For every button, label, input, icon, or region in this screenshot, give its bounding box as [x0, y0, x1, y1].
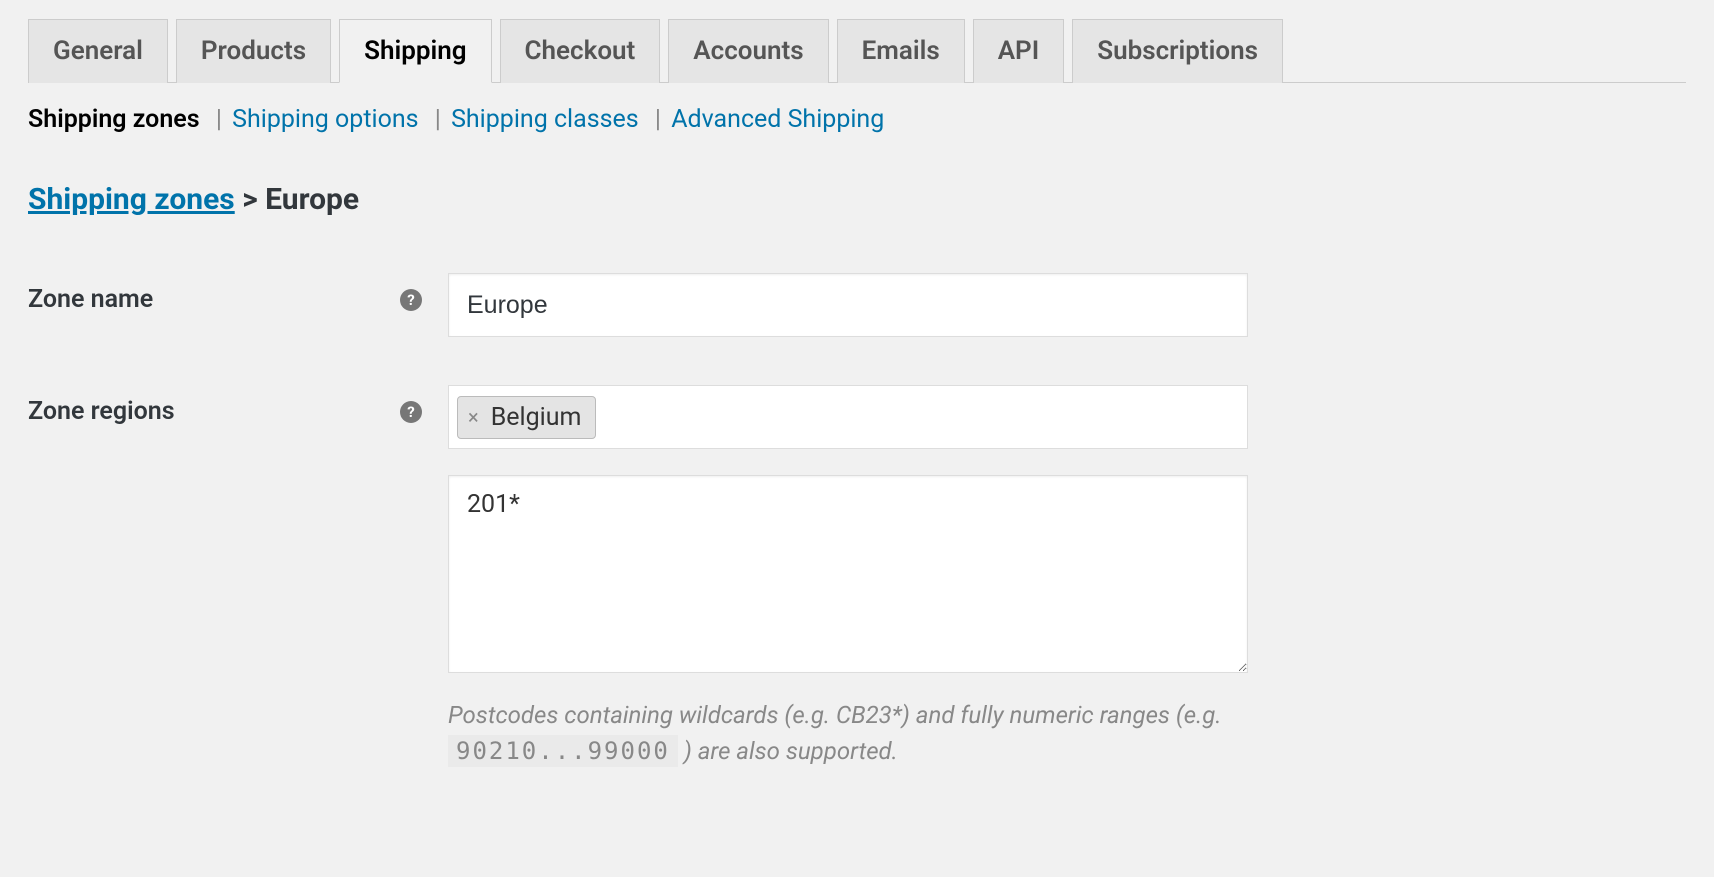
hint-text-prefix: Postcodes containing wildcards (e.g. CB2…	[448, 701, 1222, 729]
tab-subscriptions[interactable]: Subscriptions	[1072, 19, 1283, 83]
tab-api[interactable]: API	[973, 19, 1065, 83]
zone-regions-label: Zone regions	[28, 397, 175, 426]
tab-emails[interactable]: Emails	[837, 19, 965, 83]
subnav-advanced-shipping[interactable]: Advanced Shipping	[671, 105, 884, 134]
zone-name-input[interactable]	[448, 273, 1248, 337]
tab-shipping[interactable]: Shipping	[339, 19, 491, 83]
tab-checkout[interactable]: Checkout	[500, 19, 661, 83]
subnav-shipping-options[interactable]: Shipping options	[232, 105, 418, 134]
subnav-separator: |	[216, 105, 222, 134]
breadcrumb-current: Europe	[265, 182, 359, 217]
zone-form: Zone name ? Zone regions ? × Belgium	[28, 273, 1686, 769]
zone-name-label: Zone name	[28, 285, 153, 314]
breadcrumb-parent-link[interactable]: Shipping zones	[28, 182, 235, 217]
zone-name-row: Zone name ?	[28, 273, 1686, 337]
help-icon[interactable]: ?	[400, 401, 422, 423]
subnav-shipping-classes[interactable]: Shipping classes	[451, 105, 639, 134]
breadcrumb: Shipping zones > Europe	[28, 182, 1686, 217]
subnav-shipping-zones[interactable]: Shipping zones	[28, 105, 200, 134]
tab-general[interactable]: General	[28, 19, 168, 83]
tab-accounts[interactable]: Accounts	[668, 19, 828, 83]
subnav-separator: |	[655, 105, 661, 134]
tab-products[interactable]: Products	[176, 19, 331, 83]
hint-code: 90210...99000	[448, 735, 678, 767]
breadcrumb-separator: >	[242, 182, 257, 217]
close-icon[interactable]: ×	[468, 407, 479, 427]
zone-regions-row: Zone regions ? × Belgium Postcodes conta…	[28, 385, 1686, 769]
postcodes-textarea[interactable]	[448, 475, 1248, 673]
settings-tabs: General Products Shipping Checkout Accou…	[28, 18, 1686, 83]
zone-regions-select[interactable]: × Belgium	[448, 385, 1248, 449]
subnav-separator: |	[435, 105, 441, 134]
hint-text-suffix: ) are also supported.	[678, 737, 898, 765]
shipping-subnav: Shipping zones | Shipping options | Ship…	[28, 105, 1686, 134]
region-chip-label: Belgium	[491, 403, 582, 432]
help-icon[interactable]: ?	[400, 289, 422, 311]
region-chip: × Belgium	[457, 396, 596, 439]
postcodes-hint: Postcodes containing wildcards (e.g. CB2…	[448, 697, 1248, 769]
